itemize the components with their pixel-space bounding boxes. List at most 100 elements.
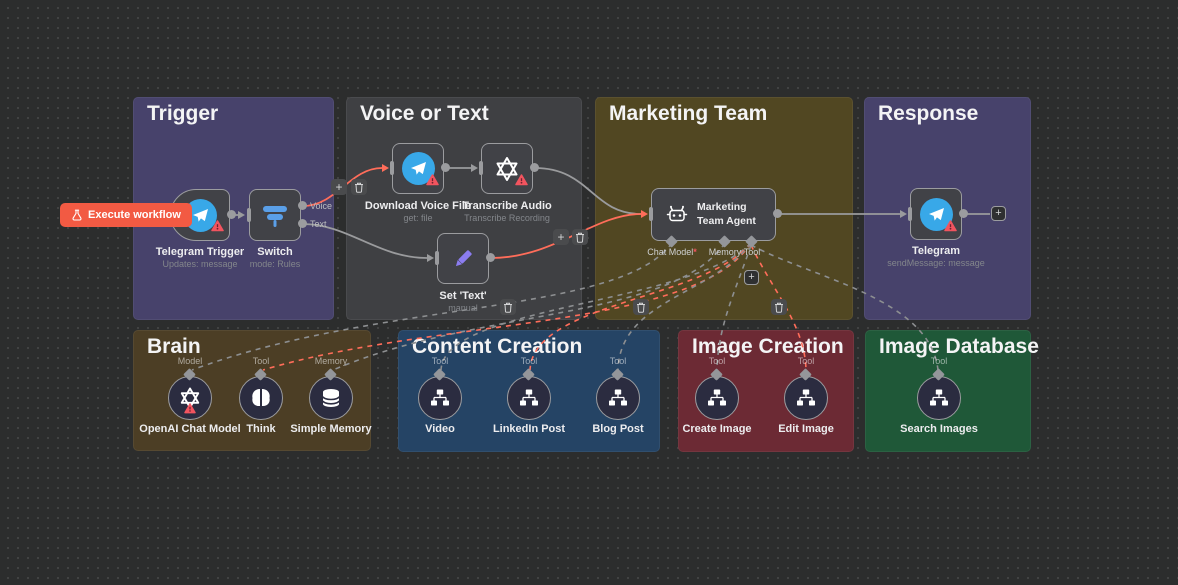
node-blog-post[interactable] xyxy=(596,376,640,420)
execute-workflow-label: Execute workflow xyxy=(88,209,181,221)
flask-icon xyxy=(71,209,83,221)
connection-delete-button[interactable] xyxy=(633,299,649,315)
warning-icon xyxy=(426,173,439,191)
sitemap-icon xyxy=(706,387,728,409)
add-node-button[interactable]: + xyxy=(991,206,1006,221)
node-video[interactable] xyxy=(418,376,462,420)
input-port-transcribe-audio xyxy=(479,161,483,175)
output-port-switch-text[interactable] xyxy=(298,219,307,228)
node-title-blog-post: Blog Post xyxy=(592,423,643,435)
port-label-create-image: Tool xyxy=(709,356,726,366)
output-port-switch-voice[interactable] xyxy=(298,201,307,210)
node-title-transcribe-audio: Transcribe Audio xyxy=(462,200,551,212)
port-label-search-images: Tool xyxy=(931,356,948,366)
arrowhead-set-text-input xyxy=(427,254,434,262)
node-openai-chat-model[interactable] xyxy=(168,376,212,420)
port-label-linkedin-post: Tool xyxy=(521,356,538,366)
switch-icon xyxy=(260,201,290,229)
node-title-linkedin-post: LinkedIn Post xyxy=(493,423,565,435)
add-tool-button[interactable]: + xyxy=(744,270,759,285)
output-port-set-text[interactable] xyxy=(486,253,495,262)
node-marketing-team-agent[interactable]: Marketing Team Agent xyxy=(651,188,776,241)
node-set-text[interactable] xyxy=(437,233,489,284)
robot-icon xyxy=(664,203,690,227)
node-telegram[interactable] xyxy=(910,188,962,240)
connection-memory-to-simple-memory[interactable] xyxy=(333,243,725,370)
node-title-set-text: Set 'Text' xyxy=(439,290,486,302)
output-port-telegram-trigger[interactable] xyxy=(227,210,236,219)
agent-port-label-memory: Memory xyxy=(709,247,742,257)
node-subtitle-download-voice-file: get: file xyxy=(403,213,432,223)
port-label-video: Tool xyxy=(432,356,449,366)
connection-switch-text-to-set-text[interactable] xyxy=(303,224,427,258)
node-title-edit-image: Edit Image xyxy=(778,423,834,435)
port-label-simple-memory: Memory xyxy=(315,356,348,366)
input-port-marketing-team-agent xyxy=(649,207,653,221)
node-download-voice-file[interactable] xyxy=(392,143,444,194)
connection-delete-button[interactable] xyxy=(500,299,516,315)
arrowhead-transcribe-audio-input xyxy=(471,164,478,172)
agent-port-label-tool: Tool xyxy=(744,247,761,257)
arrowhead-switch-input xyxy=(238,211,245,219)
workflow-canvas[interactable]: Trigger Voice or Text Marketing Team Res… xyxy=(0,0,1178,585)
node-subtitle-telegram-trigger: Updates: message xyxy=(162,259,237,269)
node-create-image[interactable] xyxy=(695,376,739,420)
node-subtitle-set-text: manual xyxy=(448,303,478,313)
node-simple-memory[interactable] xyxy=(309,376,353,420)
port-label-openai-chat-model: Model xyxy=(178,356,203,366)
input-port-set-text xyxy=(435,251,439,265)
node-transcribe-audio[interactable] xyxy=(481,143,533,194)
node-switch[interactable] xyxy=(249,189,301,241)
output-port-telegram[interactable] xyxy=(959,209,968,218)
output-port-transcribe-audio[interactable] xyxy=(530,163,539,172)
node-subtitle-transcribe-audio: Transcribe Recording xyxy=(464,213,550,223)
database-icon xyxy=(320,387,342,409)
node-title-telegram: Telegram xyxy=(912,245,960,257)
warning-icon xyxy=(184,401,196,419)
connections-layer xyxy=(0,0,1178,585)
arrowhead-download-voice-file-input xyxy=(382,164,389,172)
arrowhead-agent-input xyxy=(641,210,648,218)
output-port-marketing-team-agent[interactable] xyxy=(773,209,782,218)
node-edit-image[interactable] xyxy=(784,376,828,420)
port-label-edit-image: Tool xyxy=(798,356,815,366)
input-port-download-voice-file xyxy=(390,161,394,175)
port-label-think: Tool xyxy=(253,356,270,366)
output-port-download-voice-file[interactable] xyxy=(441,163,450,172)
input-port-telegram xyxy=(908,207,912,221)
sitemap-icon xyxy=(429,387,451,409)
connection-delete-button[interactable] xyxy=(771,299,787,315)
warning-icon xyxy=(211,219,224,237)
pencil-icon xyxy=(448,244,478,274)
warning-icon xyxy=(944,219,957,237)
node-title-marketing-team-agent: Marketing Team Agent xyxy=(697,201,769,227)
output-label-voice: Voice xyxy=(310,201,332,211)
connection-add-button[interactable]: + xyxy=(331,179,347,195)
sitemap-icon xyxy=(795,387,817,409)
node-title-video: Video xyxy=(425,423,455,435)
node-search-images[interactable] xyxy=(917,376,961,420)
node-title-create-image: Create Image xyxy=(682,423,751,435)
arrowhead-telegram-input xyxy=(900,210,907,218)
input-port-switch xyxy=(247,208,251,222)
output-label-text: Text xyxy=(310,219,327,229)
connection-delete-button[interactable] xyxy=(572,229,588,245)
port-label-blog-post: Tool xyxy=(610,356,627,366)
brain-icon xyxy=(250,387,272,409)
connection-delete-button[interactable] xyxy=(351,179,367,195)
connection-add-button[interactable]: + xyxy=(553,229,569,245)
node-title-search-images: Search Images xyxy=(900,423,978,435)
execute-workflow-button[interactable]: Execute workflow xyxy=(60,203,192,227)
node-title-download-voice-file: Download Voice File xyxy=(365,200,471,212)
node-think[interactable] xyxy=(239,376,283,420)
node-linkedin-post[interactable] xyxy=(507,376,551,420)
node-title-switch: Switch xyxy=(257,246,292,258)
node-subtitle-switch: mode: Rules xyxy=(250,259,301,269)
sitemap-icon xyxy=(607,387,629,409)
warning-icon xyxy=(515,173,528,191)
node-title-simple-memory: Simple Memory xyxy=(290,423,371,435)
node-title-openai-chat-model: OpenAI Chat Model xyxy=(139,423,240,435)
node-title-think: Think xyxy=(246,423,275,435)
sitemap-icon xyxy=(518,387,540,409)
connection-tool-to-create-image[interactable] xyxy=(717,245,751,370)
